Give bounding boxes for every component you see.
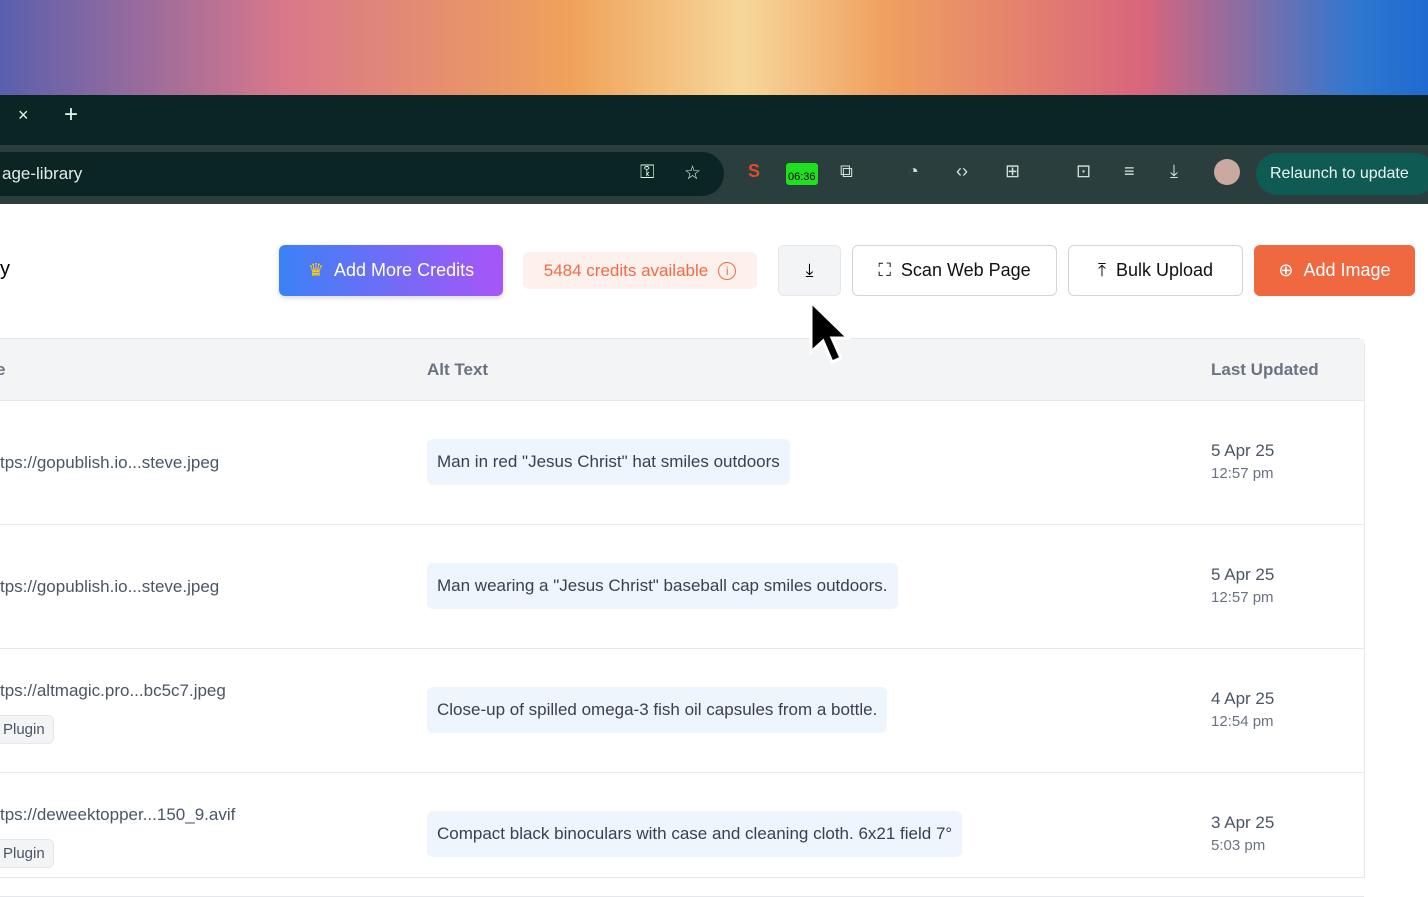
browser-toolbar: age-library ⚿ ☆ S 06:36 ⧉ ◔ ‹› ⊞ ⊡ ≡ ⤓ R… — [0, 145, 1428, 204]
download-icon: ⤓ — [805, 260, 814, 280]
scan-web-page-button[interactable]: ⛶ Scan Web Page — [852, 245, 1057, 296]
desktop-wallpaper — [0, 0, 1428, 95]
table-header: e Alt Text Last Updated — [0, 339, 1364, 401]
image-url[interactable]: tps://gopublish.io...steve.jpeg — [0, 453, 219, 473]
info-icon[interactable]: i — [718, 261, 737, 280]
clock-extension-icon[interactable]: 06:36 — [786, 163, 818, 185]
last-updated: 5 Apr 25 12:57 pm — [1211, 441, 1275, 482]
table-row[interactable]: tps://deweektopper...150_9.avif Plugin C… — [0, 773, 1364, 897]
add-image-button[interactable]: ⊕ Add Image — [1254, 245, 1415, 296]
table-row[interactable]: tps://gopublish.io...steve.jpeg Man in r… — [0, 401, 1364, 525]
export-button[interactable]: ⤓ — [778, 245, 841, 296]
last-updated: 5 Apr 25 12:57 pm — [1211, 565, 1275, 606]
address-bar[interactable]: age-library ⚿ ☆ — [0, 152, 724, 196]
url-text: age-library — [2, 164, 83, 183]
column-header-alt-text: Alt Text — [427, 360, 489, 379]
add-more-credits-button[interactable]: ♛ Add More Credits — [279, 245, 503, 296]
code-icon[interactable]: ‹› — [956, 161, 968, 182]
key-icon[interactable]: ⚿ — [640, 162, 654, 184]
seo-extension-icon[interactable]: S — [748, 161, 760, 182]
profile-avatar[interactable] — [1214, 159, 1240, 185]
close-tab-icon[interactable]: × — [18, 105, 29, 126]
translate-icon[interactable]: ⊞ — [1005, 161, 1020, 182]
plus-circle-icon: ⊕ — [1278, 260, 1294, 280]
mouse-cursor-icon — [809, 300, 852, 364]
page-title: y — [0, 258, 10, 280]
relaunch-button[interactable]: Relaunch to update — [1256, 153, 1428, 195]
column-header-last-updated: Last Updated — [1211, 360, 1319, 379]
crown-icon: ♛ — [307, 260, 325, 280]
puzzle-icon[interactable]: ⧉ — [840, 161, 853, 182]
star-icon[interactable]: ☆ — [684, 162, 701, 185]
image-table: e Alt Text Last Updated tps://gopublish.… — [0, 338, 1365, 897]
image-url[interactable]: tps://deweektopper...150_9.avif — [0, 805, 235, 825]
bulk-upload-button[interactable]: ⤒ Bulk Upload — [1068, 245, 1243, 296]
alt-text[interactable]: Close-up of spilled omega-3 fish oil cap… — [427, 687, 888, 733]
table-row[interactable]: tps://gopublish.io...steve.jpeg Man wear… — [0, 525, 1364, 649]
tab-bar: × + — [0, 95, 1428, 145]
image-url[interactable]: tps://gopublish.io...steve.jpeg — [0, 577, 219, 597]
new-tab-button[interactable]: + — [64, 101, 78, 129]
alt-text[interactable]: Man in red "Jesus Christ" hat smiles out… — [427, 439, 790, 485]
credits-badge: 5484 credits available i — [523, 252, 757, 289]
last-updated: 3 Apr 25 5:03 pm — [1211, 813, 1275, 854]
media-icon[interactable]: ≡ — [1124, 161, 1135, 182]
column-header-image: e — [0, 360, 6, 379]
last-updated: 4 Apr 25 12:54 pm — [1211, 689, 1275, 730]
plugin-badge: Plugin — [0, 839, 54, 868]
download-icon[interactable]: ⤓ — [1170, 161, 1178, 182]
alt-text[interactable]: Man wearing a "Jesus Christ" baseball ca… — [427, 563, 898, 609]
upload-icon: ⤒ — [1097, 260, 1106, 280]
alt-text[interactable]: Compact black binoculars with case and c… — [427, 811, 963, 857]
image-url[interactable]: tps://altmagic.pro...bc5c7.jpeg — [0, 681, 226, 701]
plugin-badge: Plugin — [0, 715, 54, 744]
table-row[interactable]: tps://altmagic.pro...bc5c7.jpeg Plugin C… — [0, 649, 1364, 773]
scan-icon: ⛶ — [878, 260, 891, 280]
cast-icon[interactable]: ⊡ — [1076, 161, 1091, 182]
incognito-icon[interactable]: ◔ — [908, 161, 919, 182]
